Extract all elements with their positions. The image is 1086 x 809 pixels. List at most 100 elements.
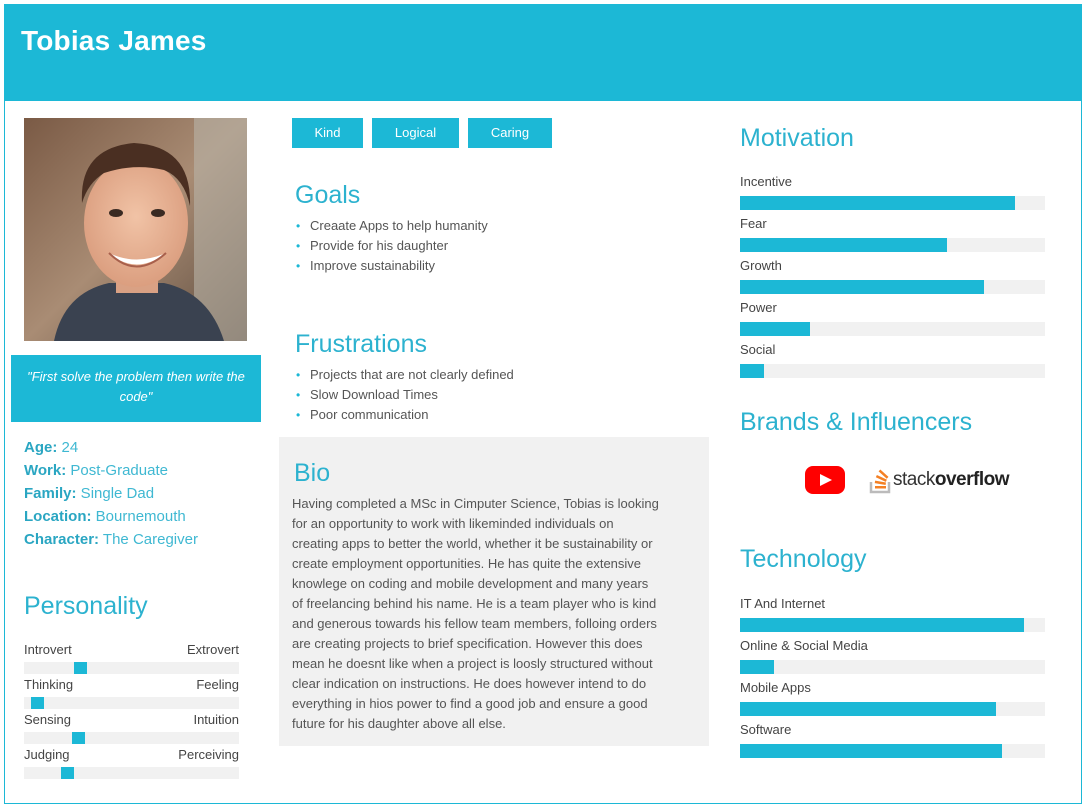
- stackoverflow-logo: stackoverflow: [869, 466, 1009, 494]
- bar-track: [740, 280, 1045, 294]
- bio-line: for an opportunity to work with likemind…: [292, 516, 614, 531]
- goal-item: Improve sustainability: [296, 256, 488, 276]
- trait-tags: Kind Logical Caring: [292, 118, 561, 148]
- bio-line: future for his daughter above all else.: [292, 716, 506, 731]
- scale-right-label: Extrovert: [186, 642, 239, 657]
- bio-line: Having completed a MSc in Cimputer Scien…: [292, 496, 659, 511]
- scale-track: [24, 662, 239, 674]
- fact-key: Location:: [24, 508, 92, 525]
- scale-knob: [71, 732, 85, 744]
- scale-left-label: Introvert: [24, 642, 72, 657]
- scale-left-label: Judging: [24, 747, 70, 762]
- goals-title: Goals: [295, 181, 361, 209]
- bar-fill: [740, 322, 811, 336]
- scale-knob: [73, 662, 87, 674]
- personality-scale: Sensing Intuition: [24, 712, 239, 744]
- frustrations-list: Projects that are not clearly defined Sl…: [296, 365, 514, 425]
- tag-kind: Kind: [292, 118, 363, 148]
- bar-fill: [740, 660, 774, 674]
- bar-track: [740, 744, 1045, 758]
- bar-fill: [740, 364, 765, 378]
- bar-track: [740, 702, 1045, 716]
- brands-title: Brands & Influencers: [740, 408, 973, 436]
- bar-track: [740, 660, 1045, 674]
- motivation-row: Fear: [740, 216, 1045, 258]
- personality-scale: Introvert Extrovert: [24, 642, 239, 674]
- motivation-row: Incentive: [740, 174, 1045, 216]
- scale-left-label: Thinking: [24, 677, 74, 692]
- scale-knob: [30, 697, 44, 709]
- frustration-item: Poor communication: [296, 405, 514, 425]
- bar-label: IT And Internet: [740, 596, 826, 611]
- bar-label: Mobile Apps: [740, 680, 811, 695]
- stackoverflow-wordmark: stackoverflow: [893, 469, 1009, 491]
- bio-line: of freelancing behind his name. He is a …: [292, 596, 657, 611]
- bar-fill: [740, 196, 1015, 210]
- frustration-item: Slow Download Times: [296, 385, 514, 405]
- bar-fill: [740, 280, 984, 294]
- personality-scale: Judging Perceiving: [24, 747, 239, 779]
- motivation-bars: Incentive Fear Growth Power Social: [740, 174, 1045, 384]
- fact-age: Age: 24: [24, 436, 264, 459]
- scale-right-label: Perceiving: [178, 747, 239, 762]
- bio-text: Having completed a MSc in Cimputer Scien…: [292, 494, 692, 734]
- header-bar: Tobias James: [5, 5, 1081, 101]
- fact-key: Age:: [24, 439, 58, 456]
- fact-location: Location: Bournemouth: [24, 505, 264, 528]
- bar-track: [740, 364, 1045, 378]
- brand-logos: stackoverflow: [805, 466, 1009, 494]
- personality-title: Personality: [24, 592, 148, 620]
- fact-key: Family:: [24, 485, 77, 502]
- technology-row: Software: [740, 722, 1045, 764]
- bar-fill: [740, 744, 1003, 758]
- scale-left-label: Sensing: [24, 712, 71, 727]
- fact-value: Bournemouth: [91, 508, 186, 525]
- fact-value: Post-Graduate: [66, 462, 168, 479]
- technology-row: Mobile Apps: [740, 680, 1045, 722]
- motivation-title: Motivation: [740, 124, 854, 152]
- bar-label: Social: [740, 342, 776, 357]
- goal-item: Creaate Apps to help humanity: [296, 216, 488, 236]
- stackoverflow-icon: [869, 469, 891, 494]
- technology-row: Online & Social Media: [740, 638, 1045, 680]
- fact-family: Family: Single Dad: [24, 482, 264, 505]
- bio-line: knowlege on coding and mobile developmen…: [292, 576, 649, 591]
- portrait-image: [24, 118, 247, 341]
- personality-scale: Thinking Feeling: [24, 677, 239, 709]
- bio-line: and generous towards his fellow team mem…: [292, 616, 657, 631]
- technology-bars: IT And Internet Online & Social Media Mo…: [740, 596, 1045, 764]
- bar-fill: [740, 702, 997, 716]
- bio-line: mean he doesnt like when a project is lo…: [292, 656, 653, 671]
- bio-line: everything in hios power to find a good …: [292, 696, 648, 711]
- bar-fill: [740, 238, 948, 252]
- bio-line: are creating projects to brief specifica…: [292, 636, 643, 651]
- stackoverflow-suffix: overflow: [934, 469, 1010, 490]
- fact-character: Character: The Caregiver: [24, 528, 264, 551]
- tag-logical: Logical: [372, 118, 459, 148]
- bio-line: creating apps to better the world, wheth…: [292, 536, 653, 551]
- persona-quote: "First solve the problem then write the …: [11, 355, 261, 422]
- scale-knob: [61, 767, 74, 779]
- persona-photo: [24, 118, 247, 341]
- motivation-row: Growth: [740, 258, 1045, 300]
- technology-row: IT And Internet: [740, 596, 1045, 638]
- bar-label: Growth: [740, 258, 782, 273]
- bar-label: Fear: [740, 216, 767, 231]
- goal-item: Provide for his daughter: [296, 236, 488, 256]
- fact-value: The Caregiver: [99, 531, 198, 548]
- motivation-row: Social: [740, 342, 1045, 384]
- fact-value: Single Dad: [76, 485, 155, 502]
- bio-panel: Bio Having completed a MSc in Cimputer S…: [279, 437, 709, 746]
- bar-track: [740, 618, 1045, 632]
- motivation-row: Power: [740, 300, 1045, 342]
- persona-facts: Age: 24 Work: Post-Graduate Family: Sing…: [24, 436, 264, 551]
- stackoverflow-prefix: stack: [893, 469, 935, 490]
- persona-name: Tobias James: [21, 25, 207, 56]
- tag-caring: Caring: [468, 118, 552, 148]
- bio-line: clear indication on instructions. He doe…: [292, 676, 647, 691]
- bar-track: [740, 238, 1045, 252]
- frustration-item: Projects that are not clearly defined: [296, 365, 514, 385]
- scale-track: [24, 732, 239, 744]
- bar-label: Power: [740, 300, 777, 315]
- fact-key: Character:: [24, 531, 100, 548]
